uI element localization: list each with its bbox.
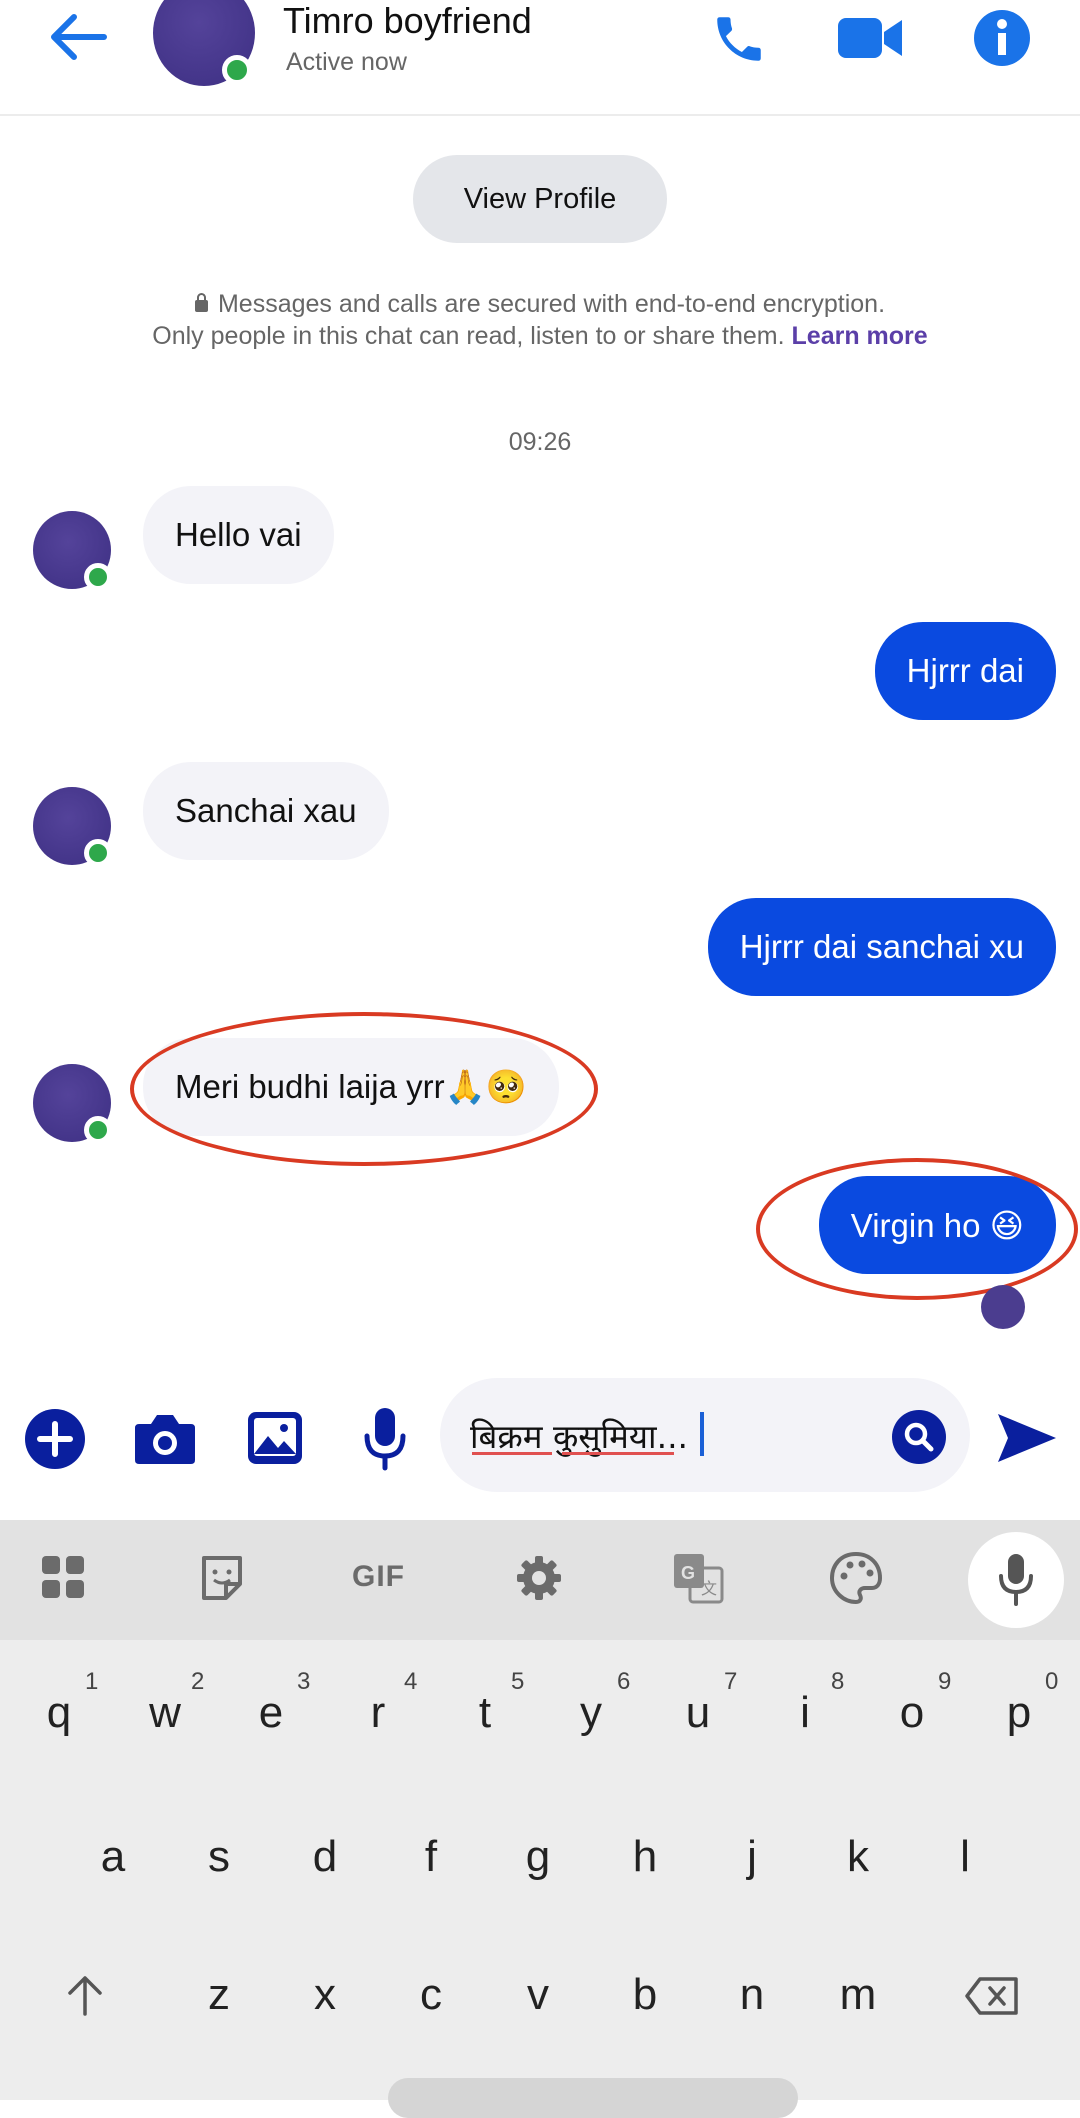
sticker-icon[interactable]: [192, 1548, 252, 1608]
add-icon[interactable]: [24, 1408, 86, 1470]
highlight-circle: [130, 1012, 598, 1166]
key-f[interactable]: f: [401, 1832, 461, 1882]
key-s[interactable]: s: [189, 1832, 249, 1882]
contact-status: Active now: [286, 48, 407, 76]
encryption-line2: Only people in this chat can read, liste…: [152, 322, 785, 350]
key-u[interactable]: u: [668, 1688, 728, 1738]
search-icon[interactable]: [891, 1409, 947, 1465]
incoming-message[interactable]: Hello vai: [143, 486, 334, 584]
key-o[interactable]: o: [882, 1688, 942, 1738]
message-timestamp: 09:26: [508, 428, 572, 456]
key-y[interactable]: y: [561, 1688, 621, 1738]
key-q[interactable]: q: [29, 1688, 89, 1738]
key-c[interactable]: c: [401, 1970, 461, 2020]
key-b[interactable]: b: [615, 1970, 675, 2020]
key-z[interactable]: z: [189, 1970, 249, 2020]
key-i[interactable]: i: [775, 1688, 835, 1738]
incoming-message[interactable]: Sanchai xau: [143, 762, 389, 860]
encryption-notice: Messages and calls are secured with end-…: [140, 288, 940, 352]
mic-icon: [999, 1554, 1033, 1606]
shift-icon[interactable]: [62, 1972, 108, 2018]
outgoing-message[interactable]: Hjrrr dai sanchai xu: [707, 898, 1056, 996]
key-w[interactable]: w: [135, 1688, 195, 1738]
key-p[interactable]: p: [989, 1688, 1049, 1738]
key-a[interactable]: a: [83, 1832, 143, 1882]
settings-icon[interactable]: [509, 1548, 569, 1608]
text-caret: [700, 1412, 704, 1456]
nav-handle: [388, 2078, 798, 2118]
online-indicator: [84, 1116, 112, 1144]
video-call-icon[interactable]: [836, 12, 904, 64]
key-e[interactable]: e: [241, 1688, 301, 1738]
apps-icon[interactable]: [34, 1548, 94, 1608]
online-indicator: [222, 55, 252, 85]
key-g[interactable]: g: [508, 1832, 568, 1882]
send-icon[interactable]: [996, 1410, 1058, 1466]
outgoing-message[interactable]: Hjrrr dai: [874, 622, 1056, 720]
key-v[interactable]: v: [508, 1970, 568, 2020]
gallery-icon[interactable]: [246, 1410, 304, 1466]
key-n[interactable]: n: [722, 1970, 782, 2020]
chat-header: Timro boyfriend Active now: [0, 0, 1080, 116]
encryption-line1: Messages and calls are secured with end-…: [217, 290, 886, 318]
phone-call-icon[interactable]: [710, 10, 768, 68]
seen-avatar: [981, 1285, 1025, 1329]
key-j[interactable]: j: [722, 1832, 782, 1882]
info-icon[interactable]: [972, 8, 1032, 68]
key-k[interactable]: k: [828, 1832, 888, 1882]
learn-more-link[interactable]: Learn more: [792, 322, 928, 350]
theme-icon[interactable]: [826, 1548, 886, 1608]
lock-icon: [194, 293, 208, 312]
online-indicator: [84, 563, 112, 591]
svg-text:G: G: [681, 1563, 695, 1583]
svg-text:文: 文: [701, 1579, 717, 1598]
spellcheck-underline: [562, 1452, 674, 1455]
key-m[interactable]: m: [828, 1970, 888, 2020]
highlight-circle: [756, 1158, 1078, 1300]
back-arrow-icon[interactable]: [46, 12, 108, 62]
key-l[interactable]: l: [935, 1832, 995, 1882]
backspace-icon[interactable]: [964, 1976, 1020, 2016]
contact-name[interactable]: Timro boyfriend: [283, 0, 532, 42]
view-profile-button[interactable]: View Profile: [413, 155, 667, 243]
key-r[interactable]: r: [348, 1688, 408, 1738]
key-t[interactable]: t: [455, 1688, 515, 1738]
key-x[interactable]: x: [295, 1970, 355, 2020]
gif-button[interactable]: GIF: [352, 1560, 405, 1594]
translate-icon[interactable]: G 文: [668, 1548, 728, 1608]
key-h[interactable]: h: [615, 1832, 675, 1882]
key-d[interactable]: d: [295, 1832, 355, 1882]
online-indicator: [84, 839, 112, 867]
camera-icon[interactable]: [133, 1410, 197, 1466]
microphone-icon[interactable]: [360, 1406, 410, 1472]
spellcheck-underline: [472, 1452, 552, 1455]
